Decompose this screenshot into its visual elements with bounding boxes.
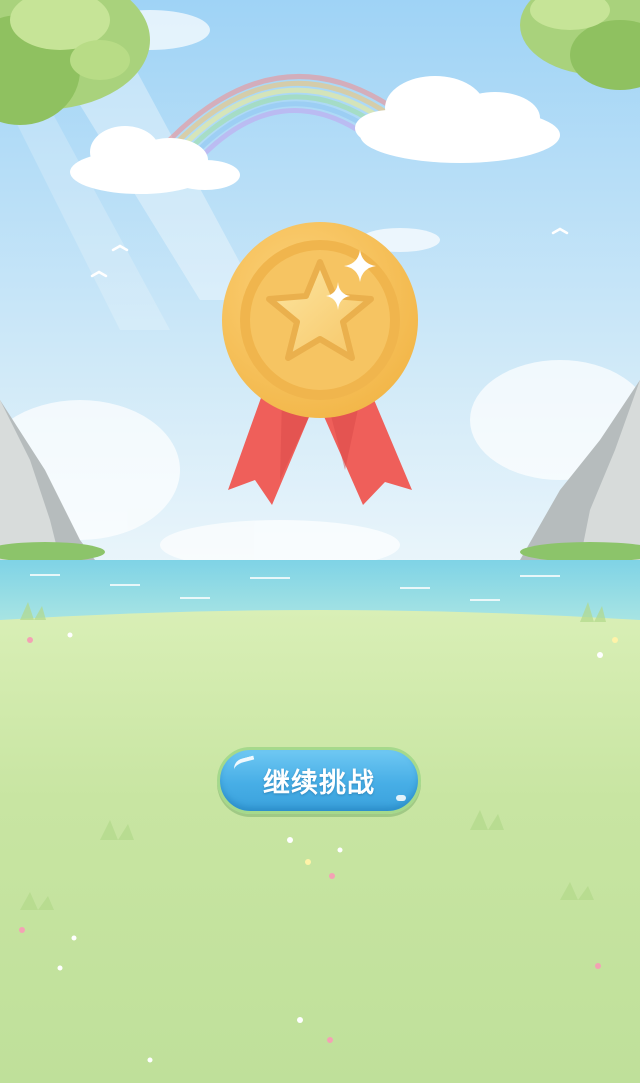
continue-challenge-label: 继续挑战 [263,768,375,799]
continue-challenge-button[interactable]: 继续挑战 [217,747,421,814]
button-gloss [396,795,406,801]
game-background [0,0,640,1083]
button-gloss [232,755,258,779]
grass-field [0,610,640,1083]
